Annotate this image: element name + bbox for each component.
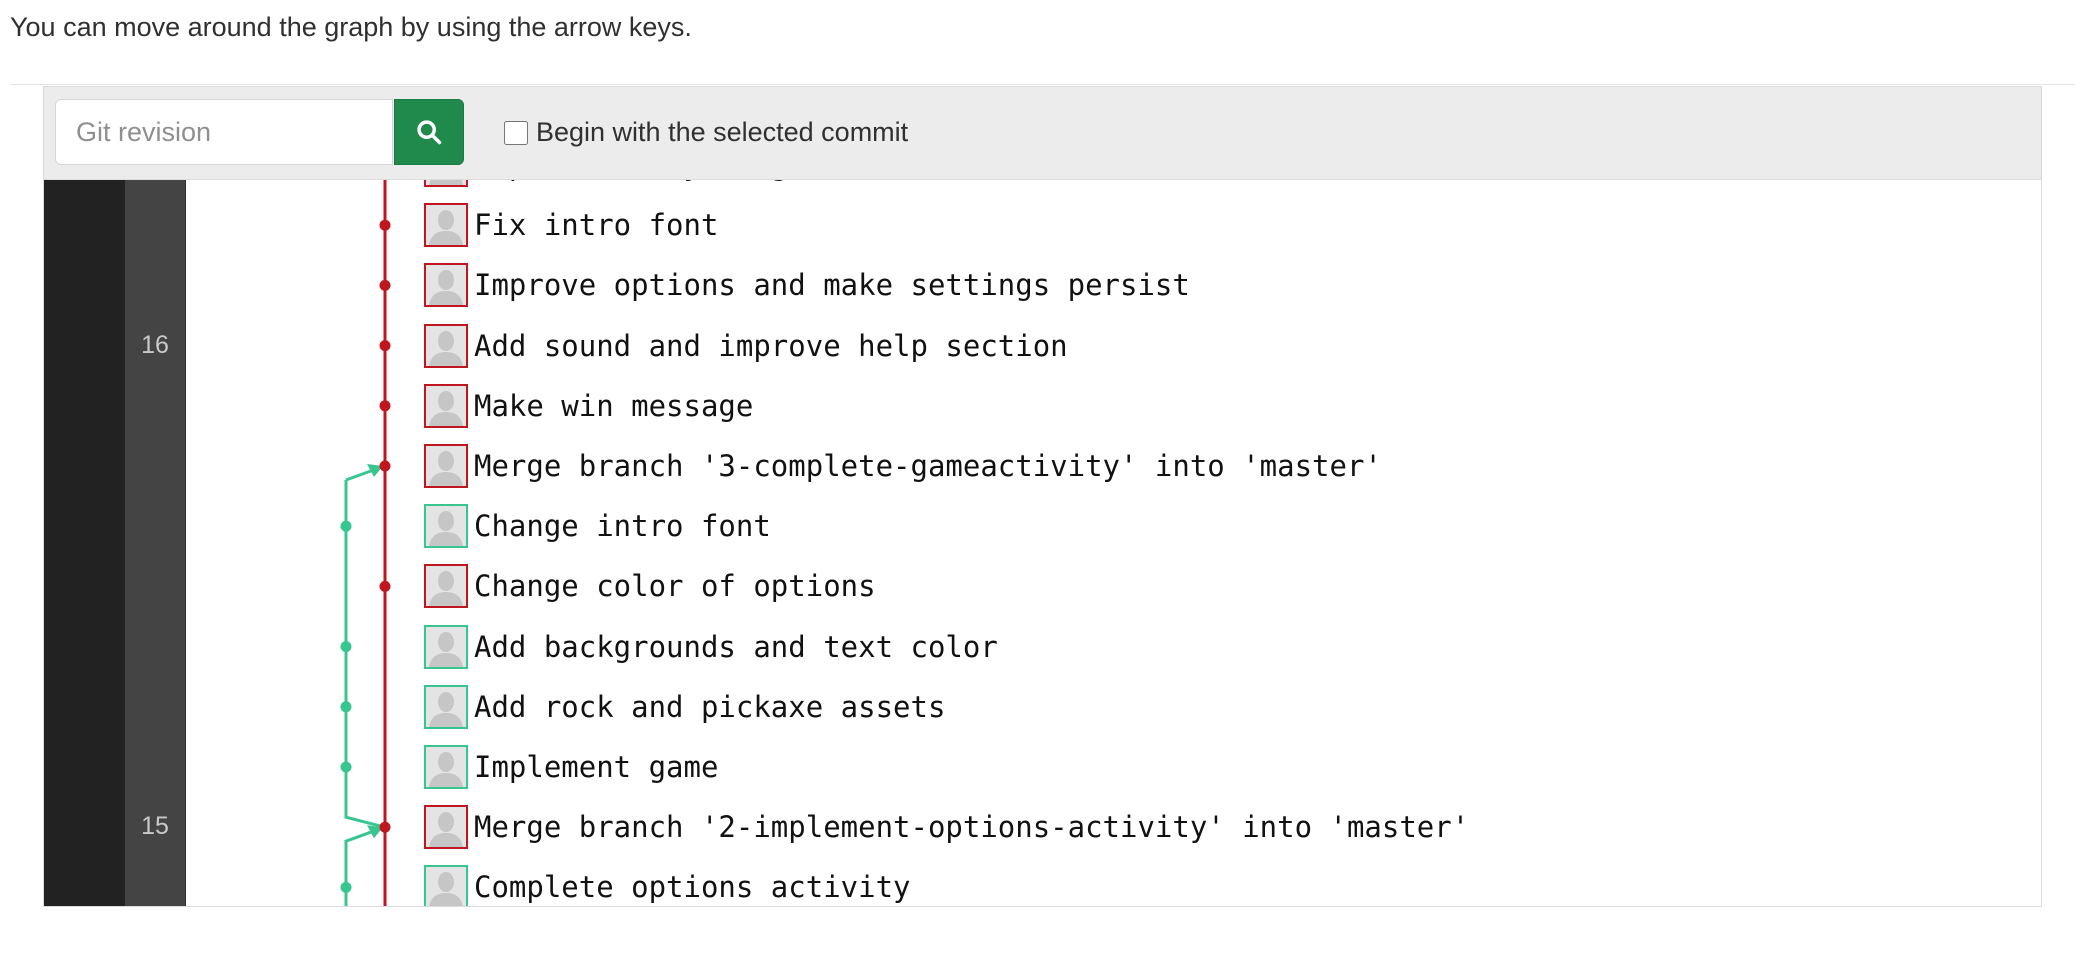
commit-row[interactable]: Merge branch '2-implement-options-activi… (424, 804, 1469, 850)
commit-graph[interactable]: 1615 Improve story imageFix intro fontIm… (44, 179, 2041, 906)
commit-node (340, 701, 352, 713)
default-avatar-icon (426, 325, 466, 366)
author-avatar (424, 504, 468, 549)
commit-row[interactable]: Add rock and pickaxe assets (424, 684, 945, 730)
commit-node (379, 219, 391, 231)
commit-message: Merge branch '3-complete-gameactivity' i… (474, 449, 1382, 483)
default-avatar-icon (426, 506, 466, 547)
author-avatar (424, 805, 468, 850)
commit-message: Change color of options (474, 569, 876, 604)
author-avatar (424, 263, 468, 308)
commit-message: Implement game (474, 750, 719, 784)
graph-hint-text: You can move around the graph by using t… (10, 12, 692, 42)
commit-node (379, 400, 391, 412)
author-avatar (424, 383, 468, 428)
begin-with-selected-commit-option[interactable]: Begin with the selected commit (504, 117, 908, 148)
divider (10, 84, 2075, 85)
commit-row[interactable]: Complete options activity (424, 864, 911, 906)
network-graph-panel: Begin with the selected commit 1615 Impr… (43, 86, 2042, 907)
commit-node (340, 520, 352, 532)
commit-row[interactable]: Add sound and improve help section (424, 323, 1068, 369)
git-revision-input[interactable] (55, 99, 393, 165)
commit-message: Improve options and make settings persis… (474, 268, 1190, 303)
commit-row[interactable]: Improve options and make settings persis… (424, 262, 1190, 308)
begin-with-selected-commit-checkbox[interactable] (504, 120, 528, 145)
commit-node (379, 821, 391, 833)
search-icon (417, 120, 442, 145)
author-avatar (424, 564, 468, 609)
commit-node (340, 761, 352, 773)
begin-with-selected-commit-label: Begin with the selected commit (536, 117, 909, 147)
default-avatar-icon (426, 686, 466, 727)
author-avatar (424, 179, 468, 187)
author-avatar (424, 444, 468, 488)
commit-row[interactable]: Merge branch '3-complete-gameactivity' i… (424, 443, 1382, 489)
default-avatar-icon (426, 566, 466, 607)
author-avatar (424, 323, 468, 368)
commit-message: Add rock and pickaxe assets (474, 689, 946, 724)
commit-row[interactable]: Change color of options (424, 563, 876, 609)
graph-controls-bar: Begin with the selected commit (44, 87, 2041, 180)
author-avatar (424, 624, 468, 669)
default-avatar-icon (426, 265, 466, 306)
author-avatar (424, 203, 468, 248)
commit-message: Change intro font (474, 509, 771, 544)
commit-node (340, 641, 352, 653)
search-button[interactable] (394, 99, 464, 165)
author-avatar (424, 745, 468, 789)
default-avatar-icon (426, 446, 466, 486)
default-avatar-icon (426, 867, 466, 906)
author-avatar (424, 865, 468, 906)
commit-row[interactable]: Add backgrounds and text color (424, 624, 998, 670)
commit-row[interactable]: Change intro font (424, 503, 771, 549)
commit-row[interactable]: Fix intro font (424, 202, 718, 248)
commit-message: Fix intro font (474, 208, 719, 243)
commit-message: Make win message (474, 388, 754, 423)
default-avatar-icon (426, 747, 466, 787)
commit-row[interactable]: Make win message (424, 383, 753, 429)
commit-node (379, 580, 391, 592)
commit-row[interactable]: Improve story image (424, 179, 806, 188)
commit-node (379, 340, 391, 352)
default-avatar-icon (426, 205, 466, 246)
commit-node (379, 460, 391, 472)
author-avatar (424, 684, 468, 729)
feature-branch-line (344, 480, 386, 829)
commit-message: Add sound and improve help section (474, 328, 1068, 363)
commit-row[interactable]: Implement game (424, 744, 718, 790)
commit-message: Complete options activity (474, 870, 911, 905)
commit-node (340, 881, 352, 893)
feature-branch-line (344, 827, 380, 906)
default-avatar-icon (426, 626, 466, 667)
commit-message: Merge branch '2-implement-options-activi… (474, 810, 1470, 845)
commit-node (379, 279, 391, 291)
default-avatar-icon (426, 807, 466, 848)
commit-message: Add backgrounds and text color (474, 629, 998, 664)
default-avatar-icon (426, 385, 466, 426)
